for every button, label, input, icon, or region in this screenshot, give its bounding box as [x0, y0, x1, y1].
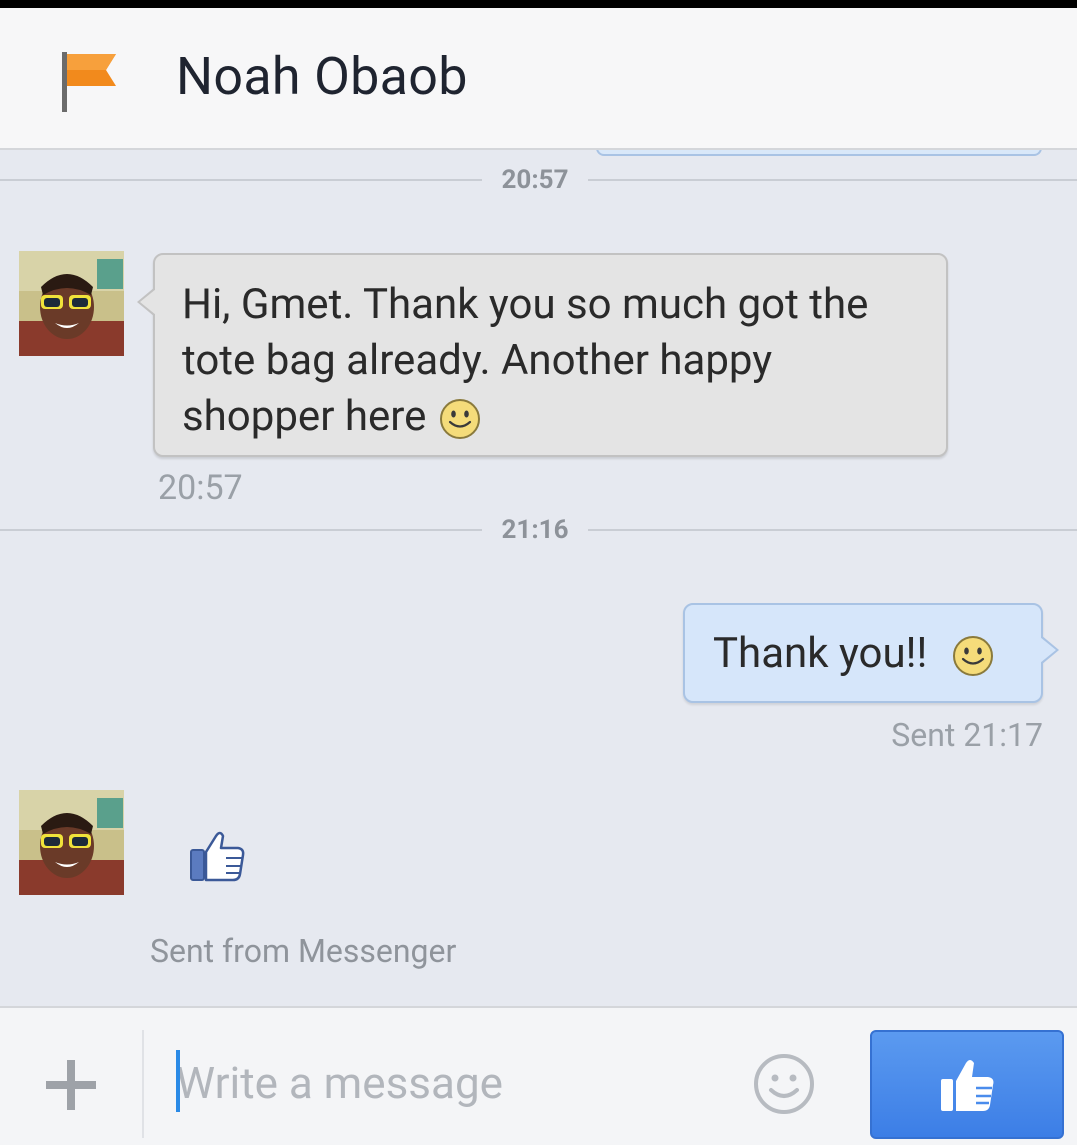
sent-from-label: Sent from Messenger [150, 932, 457, 970]
divider-time: 21:16 [501, 515, 569, 545]
flag-icon[interactable] [58, 48, 120, 114]
outgoing-message-bubble[interactable]: Thank you!! [683, 603, 1059, 703]
time-divider: 21:16 [0, 515, 1077, 545]
outgoing-message-body: Thank you!! [713, 629, 928, 678]
thumbs-up-icon [941, 1059, 994, 1111]
smiley-icon [953, 635, 994, 676]
send-like-button[interactable] [870, 1030, 1064, 1139]
divider-line [0, 179, 482, 181]
incoming-timestamp: 20:57 [158, 468, 243, 508]
smiley-icon[interactable] [752, 1052, 816, 1116]
thumbs-up-icon[interactable] [188, 830, 246, 882]
divider-line [588, 529, 1077, 531]
smiley-icon [440, 398, 481, 439]
outgoing-message-text: Thank you!! [713, 629, 995, 679]
status-bar [0, 0, 1077, 8]
divider-line [0, 529, 482, 531]
incoming-message-text: Hi, Gmet. Thank you so much got the tote… [182, 277, 932, 445]
text-cursor [176, 1050, 180, 1112]
message-input[interactable] [176, 1048, 736, 1118]
divider-time: 20:57 [501, 165, 569, 195]
incoming-message-bubble[interactable]: Hi, Gmet. Thank you so much got the tote… [137, 253, 948, 457]
conversation-header: Noah Obaob [0, 8, 1077, 150]
plus-icon[interactable] [44, 1058, 98, 1112]
previous-message-bubble [596, 150, 1042, 156]
divider-line [588, 179, 1077, 181]
contact-name[interactable]: Noah Obaob [176, 46, 468, 107]
message-thread[interactable]: 20:57 Hi, Gmet. Thank you so much got th… [0, 150, 1077, 1006]
outgoing-status: Sent 21:17 [891, 716, 1043, 754]
avatar[interactable] [19, 251, 124, 356]
avatar[interactable] [19, 790, 124, 895]
message-composer [0, 1006, 1077, 1145]
time-divider: 20:57 [0, 165, 1077, 195]
composer-divider [142, 1030, 144, 1138]
incoming-message-body: Hi, Gmet. Thank you so much got the tote… [182, 280, 869, 441]
